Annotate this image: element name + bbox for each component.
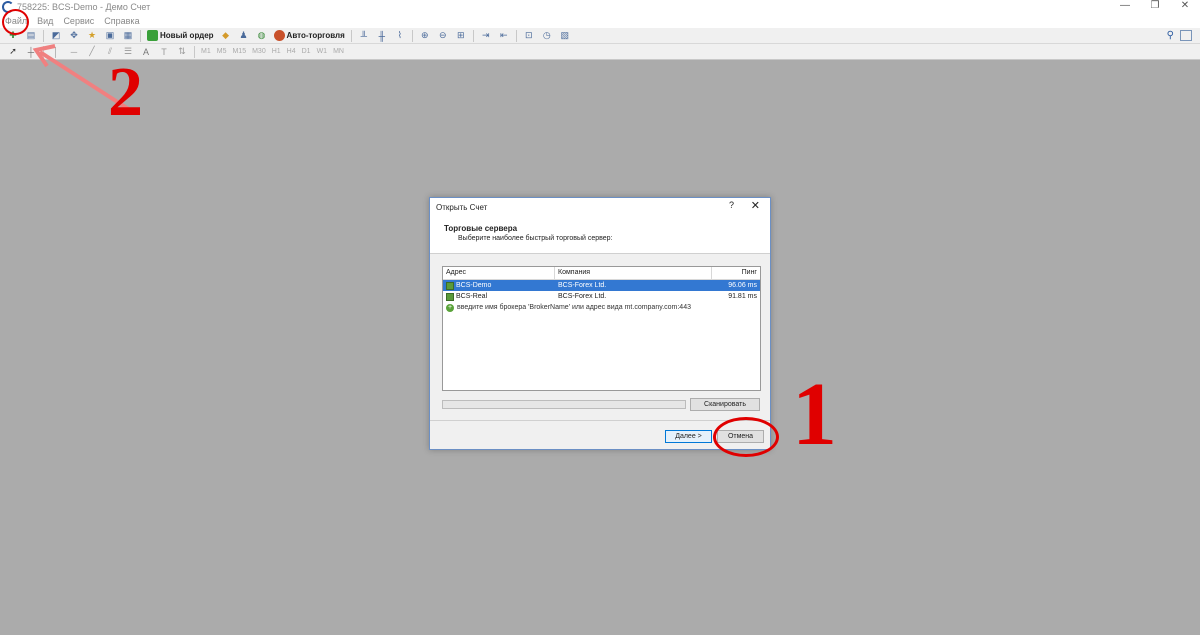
line-chart-icon[interactable]: ⌇ [394,30,406,42]
dialog-divider [430,420,770,421]
annotation-step-1: 1 [792,365,837,464]
add-server-hint: введите имя брокера 'BrokerName' или адр… [457,304,691,311]
column-ping[interactable]: Пинг [712,267,760,279]
close-window-button[interactable]: ✕ [1170,0,1200,14]
search-icon[interactable]: ⚲ [1167,30,1174,41]
window-controls: — ❐ ✕ [1110,0,1200,14]
help-button[interactable]: ? [729,200,734,210]
restore-button[interactable]: ❐ [1140,0,1170,14]
server-list-header: Адрес Компания Пинг [443,267,760,280]
server-ping: 91.81 ms [728,293,757,300]
toolbar-separator [350,29,352,42]
open-account-dialog: Открыть Счет ? ✕ Торговые сервера Выбери… [429,197,771,450]
server-address: BCS-Real [456,292,488,300]
dialog-heading: Торговые сервера [444,224,518,233]
timeframe-mn[interactable]: MN [333,48,344,55]
periods-icon[interactable]: ◷ [541,30,553,42]
chart-shift-icon[interactable]: ⇤ [498,30,510,42]
add-server-row[interactable]: + введите имя брокера 'BrokerName' или а… [443,302,760,313]
dialog-header: Торговые сервера Выберите наиболее быстр… [430,216,770,254]
bar-chart-icon[interactable]: ╨ [358,30,370,42]
timeframe-d1[interactable]: D1 [302,48,311,55]
timeframe-h1[interactable]: H1 [272,48,281,55]
dialog-close-button[interactable]: ✕ [751,199,760,212]
auto-trading-label: Авто-торговля [286,31,345,40]
dialog-subheading: Выберите наиболее быстрый торговый серве… [458,235,613,242]
window-layout-icon[interactable] [1180,30,1192,41]
candles-icon[interactable]: ╫ [376,30,388,42]
auto-trading-button[interactable]: Авто-торговля [273,30,345,41]
server-icon [446,281,454,290]
annotation-step-2: 2 [108,54,143,131]
server-company: BCS-Forex Ltd. [558,282,607,289]
indicators-icon[interactable]: ⊡ [523,30,535,42]
timeframe-m1[interactable]: M1 [201,48,211,55]
metaeditor-icon[interactable]: ◆ [220,30,232,42]
timeframe-m5[interactable]: M5 [217,48,227,55]
toolbar-separator [472,29,474,42]
plus-icon: + [446,303,454,312]
timeframe-h4[interactable]: H4 [287,48,296,55]
zoom-out-icon[interactable]: ⊖ [437,30,449,42]
server-list[interactable]: Адрес Компания Пинг BCS-Demo BCS-Forex L… [442,266,761,391]
signals-icon[interactable]: ♟ [238,30,250,42]
server-address: BCS-Demo [456,281,492,289]
annotation-arrow [32,44,132,112]
column-company[interactable]: Компания [555,267,712,279]
toolbar-separator [411,29,413,42]
server-ping: 96.06 ms [728,282,757,289]
server-company: BCS-Forex Ltd. [558,293,607,300]
templates-icon[interactable]: ▧ [559,30,571,42]
globe-icon[interactable]: ◍ [256,30,268,42]
scan-button[interactable]: Сканировать [690,398,760,411]
timeframe-w1[interactable]: W1 [317,48,328,55]
server-icon [446,292,454,301]
auto-trading-icon [273,30,285,41]
autoscroll-icon[interactable]: ⇥ [480,30,492,42]
toolbar-separator [515,29,517,42]
next-button[interactable]: Далее > [665,430,712,443]
minimize-button[interactable]: — [1110,0,1140,14]
scan-progress-bar [442,400,686,409]
dialog-title-bar: Открыть Счет ? ✕ [430,198,770,216]
annotation-circle-cancel [713,417,779,457]
zoom-in-icon[interactable]: ⊕ [419,30,431,42]
timeframe-m15[interactable]: M15 [232,48,246,55]
server-address-cell: BCS-Demo [443,280,555,291]
server-row[interactable]: BCS-Real BCS-Forex Ltd. 91.81 ms [443,291,760,302]
column-address[interactable]: Адрес [443,267,555,279]
dialog-title: Открыть Счет [436,202,488,212]
timeframe-m30[interactable]: M30 [252,48,266,55]
tile-windows-icon[interactable]: ⊞ [455,30,467,42]
server-address-cell: BCS-Real [443,291,555,302]
server-row[interactable]: BCS-Demo BCS-Forex Ltd. 96.06 ms [443,280,760,291]
